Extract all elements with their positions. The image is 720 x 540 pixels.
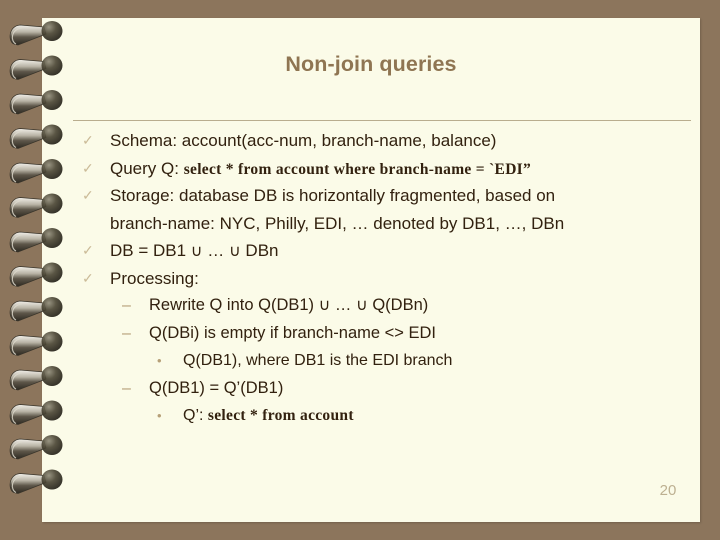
line-text: select * from account xyxy=(207,407,354,424)
bullet-line: – Q(DB1) = Q’(DB1) xyxy=(73,375,700,403)
bullet-line: – Rewrite Q into Q(DB1) ∪ … ∪ Q(DBn) xyxy=(73,292,700,320)
line-text: Q(DBi) is empty if branch-name <> EDI xyxy=(149,323,437,342)
check-bullet-icon: ✓ xyxy=(82,132,94,148)
bullet-line: ✓ Query Q: select * from account where br… xyxy=(73,155,700,183)
slide-body: ✓ Schema: account(acc-num, branch-name, b… xyxy=(73,127,700,430)
check-bullet-icon: ✓ xyxy=(82,242,94,258)
bullet-line: branch-name: NYC, Philly, EDI, … denoted… xyxy=(73,210,700,238)
line-text: ∪ xyxy=(190,243,203,260)
line-text: = `EDI” xyxy=(471,160,532,178)
line-text: Q’: xyxy=(183,407,208,424)
line-text: Rewrite Q into Q(DB1) xyxy=(149,296,319,314)
check-bullet-icon: ✓ xyxy=(82,269,94,286)
bullet-line: ✓ Processing: xyxy=(73,265,700,293)
dot-bullet-icon: • xyxy=(157,408,162,423)
line-text: Schema: account(acc-num, branch-name, ba… xyxy=(110,131,497,150)
dot-bullet-icon: • xyxy=(157,353,162,368)
line-text: branch-name: NYC, Philly, EDI, … denoted… xyxy=(110,213,565,233)
line-text: … xyxy=(330,296,357,314)
check-bullet-icon: ✓ xyxy=(82,187,94,203)
line-text: Q(DB1) = Q’(DB1) xyxy=(149,378,284,397)
bullet-line: • Q(DB1), where DB1 is the EDI branch xyxy=(73,347,700,375)
bullet-line: • Q’: select * from account xyxy=(73,402,700,430)
bullet-line: ✓ Schema: account(acc-num, branch-name, b… xyxy=(73,127,700,155)
check-bullet-icon: ✓ xyxy=(82,159,94,176)
line-text: … xyxy=(202,241,229,260)
line-text: Processing: xyxy=(110,268,199,288)
bullet-line: ✓ DB = DB1 ∪ … ∪ DBn xyxy=(73,237,700,265)
line-text: Storage: database DB is horizontally fra… xyxy=(110,186,556,205)
line-text: DB = DB1 xyxy=(110,241,191,260)
line-text: Q(DB1), where DB1 is the EDI branch xyxy=(183,352,453,369)
line-text: select * from account where branch-name xyxy=(183,160,472,178)
dash-bullet-icon: – xyxy=(122,297,131,314)
bullet-line: – Q(DBi) is empty if branch-name <> EDI xyxy=(73,320,700,348)
page-number: 20 xyxy=(659,482,677,499)
dash-bullet-icon: – xyxy=(122,379,131,397)
line-text: ∪ xyxy=(356,297,368,314)
line-text: Q(DBn) xyxy=(367,296,429,314)
line-text: ∪ xyxy=(228,243,241,260)
page-title: Non-join queries xyxy=(285,52,457,76)
line-text: Query Q: xyxy=(110,158,184,178)
dash-bullet-icon: – xyxy=(122,324,131,342)
slide-canvas: Non-join queries ✓ Schema: account(acc-nu… xyxy=(0,0,720,540)
line-text: DBn xyxy=(240,241,279,260)
line-text: ∪ xyxy=(318,297,331,314)
bullet-line: ✓ Storage: database DB is horizontally fr… xyxy=(73,182,700,210)
title-divider xyxy=(73,120,691,121)
